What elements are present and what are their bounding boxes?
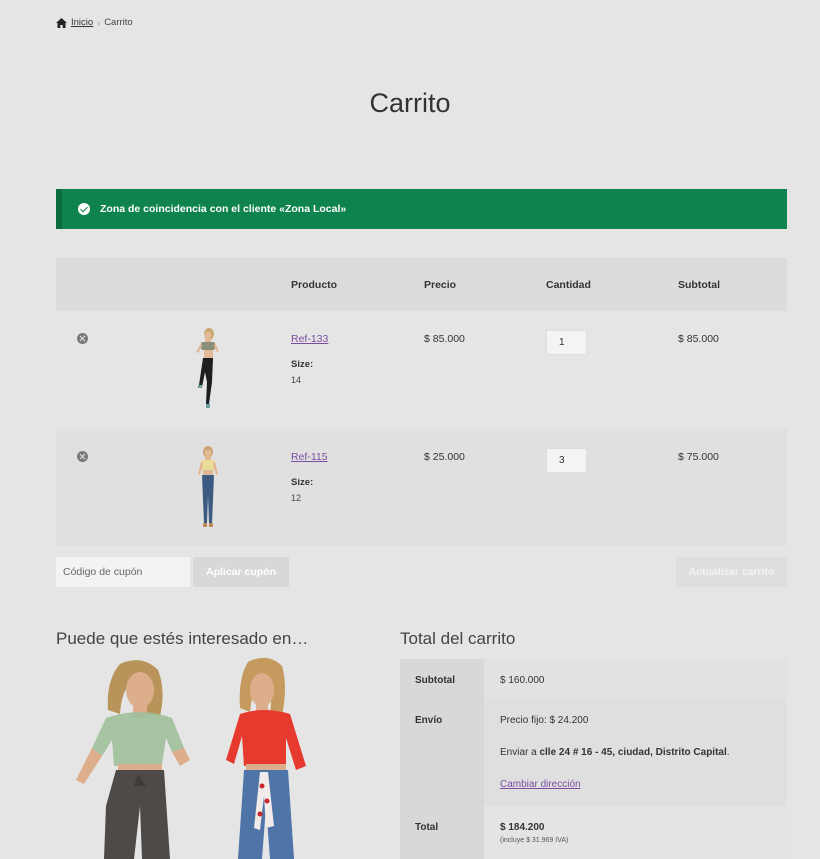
product-price: $ 85.000	[424, 333, 465, 345]
product-price: $ 25.000	[424, 451, 465, 463]
breadcrumb: Inicio › Carrito	[56, 17, 133, 28]
shipping-label: Envío	[400, 699, 484, 806]
header-quantity: Cantidad	[546, 279, 591, 291]
totals-shipping-row: Envío Precio fijo: $ 24.200 Enviar a cll…	[400, 699, 787, 806]
breadcrumb-separator: ›	[97, 17, 101, 28]
product-link[interactable]: Ref-133	[291, 333, 328, 345]
header-product: Producto	[291, 279, 338, 291]
product-thumbnail[interactable]	[188, 327, 228, 412]
cart-totals-table: Subtotal $ 160.000 Envío Precio fijo: $ …	[400, 659, 787, 859]
page-title: Carrito	[369, 88, 451, 118]
shipping-destination: Enviar a clle 24 # 16 - 45, ciudad, Dist…	[500, 747, 730, 758]
apply-coupon-button[interactable]: Aplicar cupón	[193, 557, 289, 587]
remove-item-icon[interactable]	[77, 333, 88, 344]
size-label: Size:	[291, 477, 314, 488]
totals-subtotal-row: Subtotal $ 160.000	[400, 659, 787, 699]
size-value: 12	[291, 493, 302, 503]
shipping-to-prefix: Enviar a	[500, 747, 537, 758]
header-subtotal: Subtotal	[678, 279, 720, 291]
size-value: 14	[291, 375, 302, 385]
quantity-input[interactable]: 1	[546, 330, 587, 355]
product-link[interactable]: Ref-115	[291, 451, 328, 463]
total-value: $ 184.200	[500, 822, 545, 833]
coupon-code-input[interactable]: Código de cupón	[56, 557, 190, 587]
upsell-product-image[interactable]	[220, 656, 315, 859]
size-label: Size:	[291, 359, 314, 370]
cross-sells-title: Puede que estés interesado en…	[56, 629, 309, 648]
breadcrumb-current: Carrito	[104, 17, 133, 28]
total-label: Total	[400, 806, 484, 859]
product-thumbnail[interactable]	[188, 445, 228, 530]
tax-note: (incluye $ 31.969 IVA)	[500, 837, 569, 844]
check-circle-icon	[78, 203, 90, 215]
cart-table: Producto Precio Cantidad Subtotal Ref-13…	[56, 258, 787, 546]
cart-row: Ref-115 Size: 12 $ 25.000 3 $ 75.000	[56, 429, 787, 546]
upsell-product-image[interactable]	[62, 656, 197, 859]
header-price: Precio	[424, 279, 457, 291]
change-address-link[interactable]: Cambiar dirección	[500, 779, 787, 790]
shipping-details: Precio fijo: $ 24.200 Enviar a clle 24 #…	[484, 699, 787, 806]
breadcrumb-home-link[interactable]: Inicio	[71, 17, 93, 28]
cart-table-header: Producto Precio Cantidad Subtotal	[56, 258, 787, 311]
shipping-rate: Precio fijo: $ 24.200	[500, 715, 589, 726]
home-icon	[56, 17, 67, 28]
line-subtotal: $ 75.000	[678, 451, 719, 463]
quantity-input[interactable]: 3	[546, 448, 587, 473]
shipping-address: clle 24 # 16 - 45, ciudad, Distrito Capi…	[539, 747, 727, 758]
line-subtotal: $ 85.000	[678, 333, 719, 345]
remove-item-icon[interactable]	[77, 451, 88, 462]
total-cell: $ 184.200 (incluye $ 31.969 IVA)	[484, 806, 787, 859]
notice-text: Zona de coincidencia con el cliente «Zon…	[100, 203, 347, 215]
subtotal-label: Subtotal	[400, 659, 484, 699]
cart-row: Ref-133 Size: 14 $ 85.000 1 $ 85.000	[56, 311, 787, 429]
update-cart-button[interactable]: Actualizar carrito	[676, 557, 787, 587]
zone-notice: Zona de coincidencia con el cliente «Zon…	[56, 189, 787, 229]
totals-total-row: Total $ 184.200 (incluye $ 31.969 IVA)	[400, 806, 787, 859]
cart-totals-title: Total del carrito	[400, 629, 516, 648]
subtotal-value: $ 160.000	[484, 659, 787, 699]
